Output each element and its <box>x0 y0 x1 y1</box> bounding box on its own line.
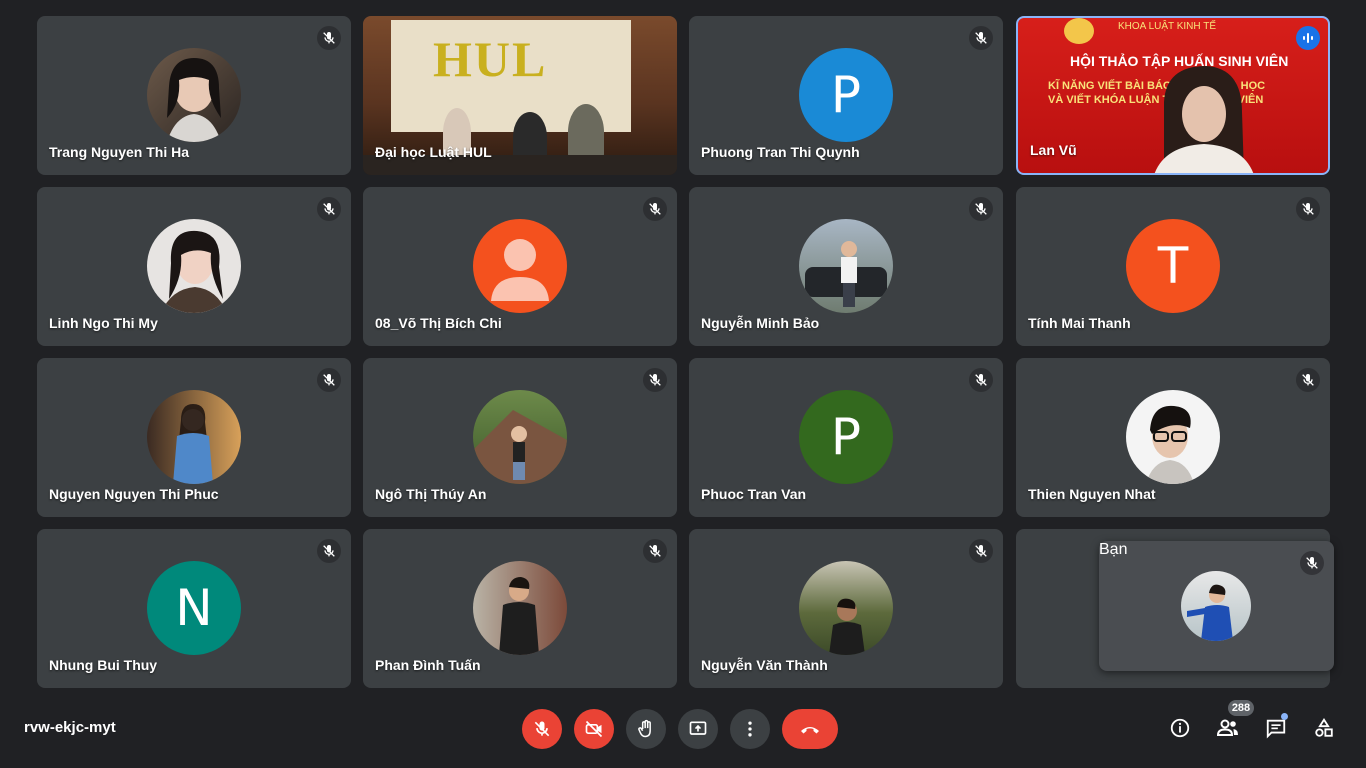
participant-name: Tính Mai Thanh <box>1028 315 1131 331</box>
participant-avatar <box>473 561 567 655</box>
banner-subtitle: KHOA LUẬT KINH TẾ <box>1118 21 1216 32</box>
participant-avatar <box>799 561 893 655</box>
mic-off-icon <box>969 539 993 563</box>
participant-name: Lan Vũ <box>1030 142 1077 158</box>
participant-name: Phuoc Tran Van <box>701 486 807 502</box>
self-view-tile[interactable]: Bạn <box>1099 541 1334 671</box>
participant-name: Linh Ngo Thi My <box>49 315 158 331</box>
participant-tile[interactable]: Nguyen Nguyen Thi Phuc <box>37 358 351 517</box>
hand-icon <box>638 719 651 738</box>
participant-tile[interactable]: Nguyễn Minh Bảo <box>689 187 1003 346</box>
participant-tile[interactable]: Linh Ngo Thi My <box>37 187 351 346</box>
info-icon <box>1170 718 1190 738</box>
activities-icon <box>1315 718 1333 737</box>
mic-toggle-button[interactable] <box>522 709 562 749</box>
participant-count-badge: 288 <box>1228 700 1254 716</box>
bottom-toolbar: rvw-ekjc-myt 288 <box>0 700 1366 768</box>
participant-tile[interactable]: Thien Nguyen Nhat <box>1016 358 1330 517</box>
people-button[interactable] <box>1215 715 1241 741</box>
self-avatar <box>1181 571 1251 641</box>
default-user-avatar-icon <box>473 219 567 313</box>
mic-off-icon <box>317 368 341 392</box>
participant-name: Nguyễn Văn Thành <box>701 657 828 673</box>
camera-off-icon <box>585 720 603 738</box>
chat-icon <box>1266 719 1286 739</box>
mic-off-icon <box>1296 368 1320 392</box>
present-screen-icon <box>689 721 707 735</box>
participant-name: Phan Đình Tuấn <box>375 657 481 673</box>
mic-off-icon <box>643 539 667 563</box>
mic-off-icon <box>1296 197 1320 221</box>
mic-off-icon <box>317 539 341 563</box>
mic-off-icon <box>969 26 993 50</box>
participant-tile[interactable]: Phan Đình Tuấn <box>363 529 677 688</box>
meeting-details-button[interactable] <box>1167 715 1193 741</box>
participant-name: Thien Nguyen Nhat <box>1028 486 1156 502</box>
self-name: Bạn <box>1099 541 1128 558</box>
participant-initial-avatar: N <box>147 561 241 655</box>
participant-tile[interactable]: Nguyễn Văn Thành <box>689 529 1003 688</box>
mic-off-icon <box>317 26 341 50</box>
hul-logo: HUL <box>433 31 548 87</box>
mic-off-icon <box>534 721 550 737</box>
hang-up-icon <box>801 727 819 734</box>
participant-tile[interactable]: Ngô Thị Thúy An <box>363 358 677 517</box>
participant-video-tile[interactable]: HUL Đại học Luật HUL <box>363 16 677 175</box>
speaker-figure <box>1154 66 1254 173</box>
participant-avatar <box>147 48 241 142</box>
participant-name: Nguyễn Minh Bảo <box>701 315 820 331</box>
speaking-indicator-icon <box>1296 26 1320 50</box>
participant-tile[interactable]: P Phuong Tran Thi Quynh <box>689 16 1003 175</box>
participant-avatar <box>473 390 567 484</box>
present-screen-button[interactable] <box>678 709 718 749</box>
mic-off-icon <box>969 197 993 221</box>
participant-avatar <box>147 219 241 313</box>
participant-tile[interactable]: T Tính Mai Thanh <box>1016 187 1330 346</box>
participant-video-tile-active-speaker[interactable]: KHOA LUẬT KINH TẾ HỘI THẢO TẬP HUẤN SINH… <box>1016 16 1330 175</box>
person-figure <box>568 104 604 160</box>
participant-name: Trang Nguyen Thi Ha <box>49 144 190 160</box>
university-logo-icon <box>1064 18 1094 44</box>
participant-initial-avatar: P <box>799 390 893 484</box>
participant-initial-avatar: T <box>1126 219 1220 313</box>
mic-off-icon <box>317 197 341 221</box>
participant-avatar <box>147 390 241 484</box>
participant-tile[interactable]: Trang Nguyen Thi Ha <box>37 16 351 175</box>
mic-off-icon <box>969 368 993 392</box>
mic-off-icon <box>643 197 667 221</box>
participant-tile[interactable]: 08_Võ Thị Bích Chi <box>363 187 677 346</box>
raise-hand-button[interactable] <box>626 709 666 749</box>
participant-avatar <box>799 219 893 313</box>
leave-call-button[interactable] <box>782 709 838 749</box>
activities-button[interactable] <box>1311 715 1337 741</box>
people-icon <box>1216 719 1238 736</box>
participant-tile[interactable]: N Nhung Bui Thuy <box>37 529 351 688</box>
participant-name: 08_Võ Thị Bích Chi <box>375 315 502 331</box>
mic-off-icon <box>643 368 667 392</box>
more-options-button[interactable] <box>730 709 770 749</box>
more-vertical-icon <box>748 721 752 737</box>
participant-name: Nhung Bui Thuy <box>49 657 158 673</box>
meeting-code: rvw-ekjc-myt <box>24 719 116 736</box>
mic-off-icon <box>1300 551 1324 575</box>
participant-name: Phuong Tran Thi Quynh <box>701 144 860 160</box>
participant-name: Ngô Thị Thúy An <box>375 486 487 502</box>
participant-tile[interactable]: P Phuoc Tran Van <box>689 358 1003 517</box>
participant-avatar <box>1126 390 1220 484</box>
participant-initial-avatar: P <box>799 48 893 142</box>
chat-notification-dot <box>1281 713 1288 720</box>
participant-name: Nguyen Nguyen Thi Phuc <box>49 486 219 502</box>
participant-name: Đại học Luật HUL <box>375 144 492 160</box>
camera-toggle-button[interactable] <box>574 709 614 749</box>
